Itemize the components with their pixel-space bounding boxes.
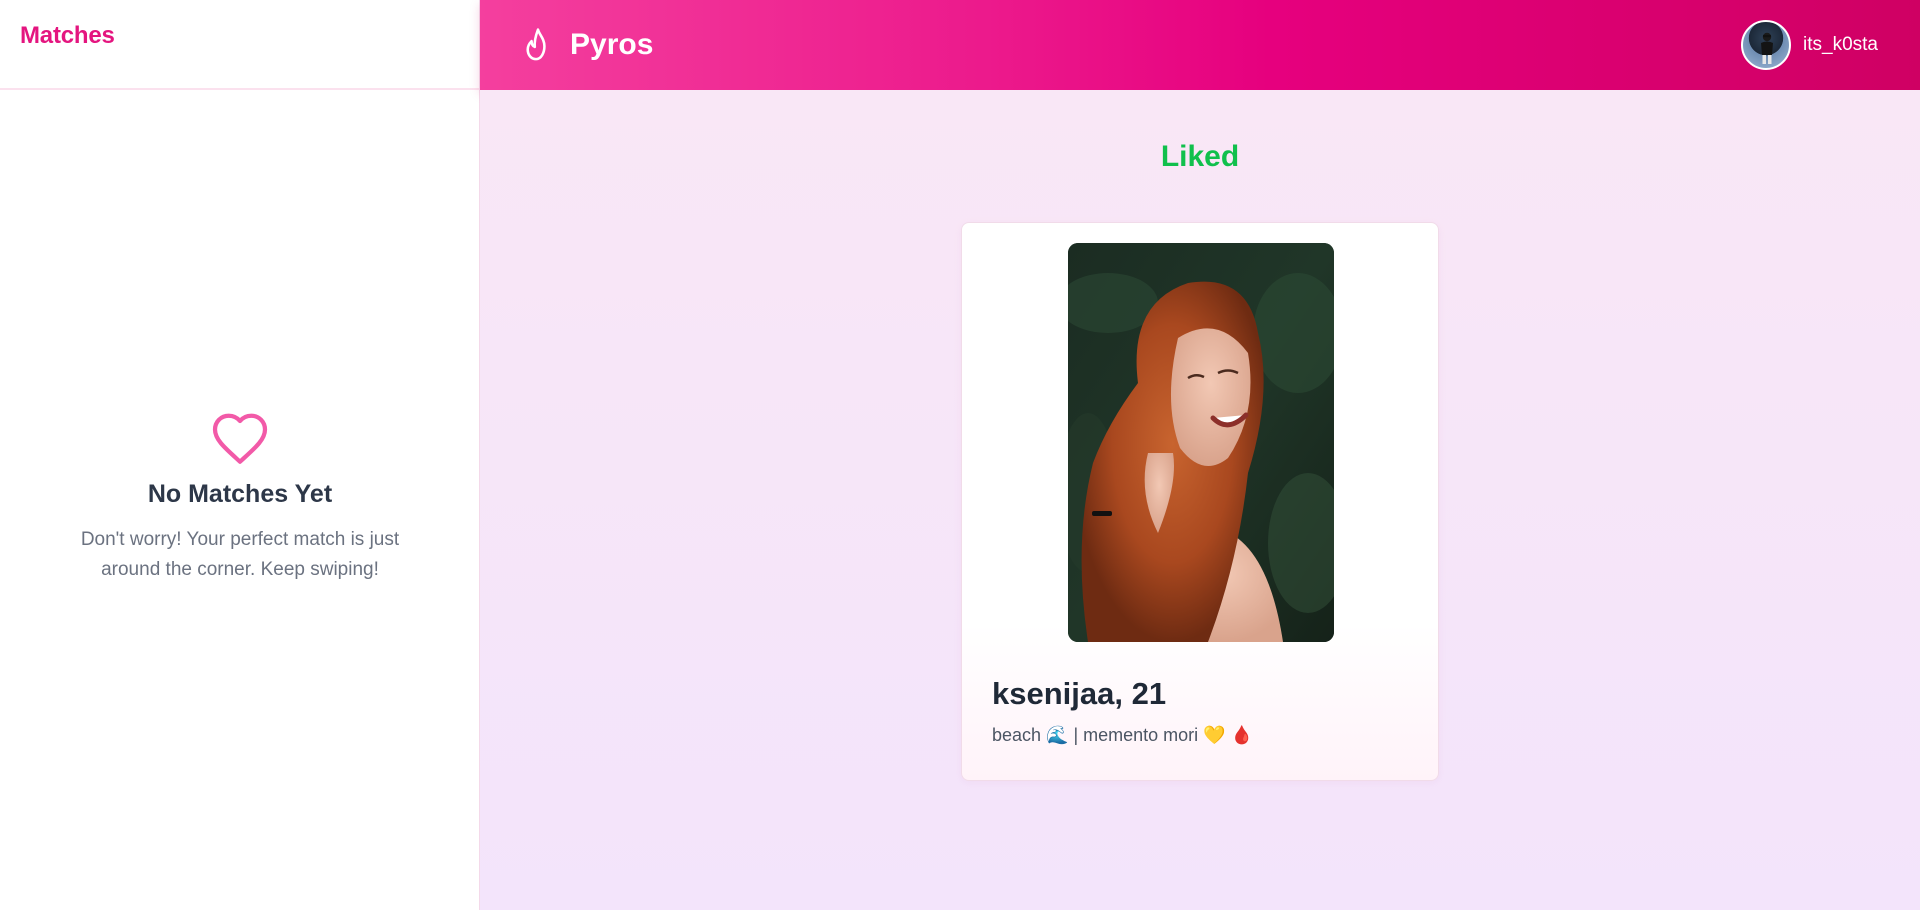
empty-state-description: Don't worry! Your perfect match is just …	[80, 529, 400, 580]
empty-state-title: No Matches Yet	[147, 480, 333, 508]
top-header: Pyros its_k0sta	[480, 0, 1920, 90]
brand-logo[interactable]: Pyros	[522, 27, 653, 63]
sidebar-header: Matches	[0, 0, 479, 90]
brand-name: Pyros	[570, 28, 654, 61]
matches-title: Matches	[20, 22, 115, 49]
profile-photo	[1068, 243, 1334, 642]
profile-photo-illustration	[1068, 243, 1334, 642]
flame-icon	[526, 28, 546, 61]
liked-status-label: Liked	[1160, 140, 1240, 173]
heart-outline-icon	[212, 413, 268, 464]
profile-card[interactable]: ksenijaa, 21 beach 🌊 | memento mori 💛 🩸	[961, 222, 1439, 781]
profile-name-age: ksenijaa, 21	[992, 676, 1167, 711]
matches-sidebar: Matches No Matches Yet Don't worry! Your…	[0, 0, 480, 910]
profile-bio: beach 🌊 | memento mori 💛 🩸	[992, 725, 1253, 745]
app-root: Matches No Matches Yet Don't worry! Your…	[0, 0, 1920, 910]
no-matches-empty-state: No Matches Yet Don't worry! Your perfect…	[0, 410, 480, 585]
username[interactable]: its_k0sta	[1803, 34, 1878, 56]
user-menu[interactable]: its_k0sta	[1741, 20, 1878, 70]
user-avatar-figure	[1761, 32, 1774, 64]
main-content: Liked ksenijaa, 21 beach 🌊 | memento mor…	[480, 90, 1920, 910]
avatar[interactable]	[1741, 20, 1792, 70]
